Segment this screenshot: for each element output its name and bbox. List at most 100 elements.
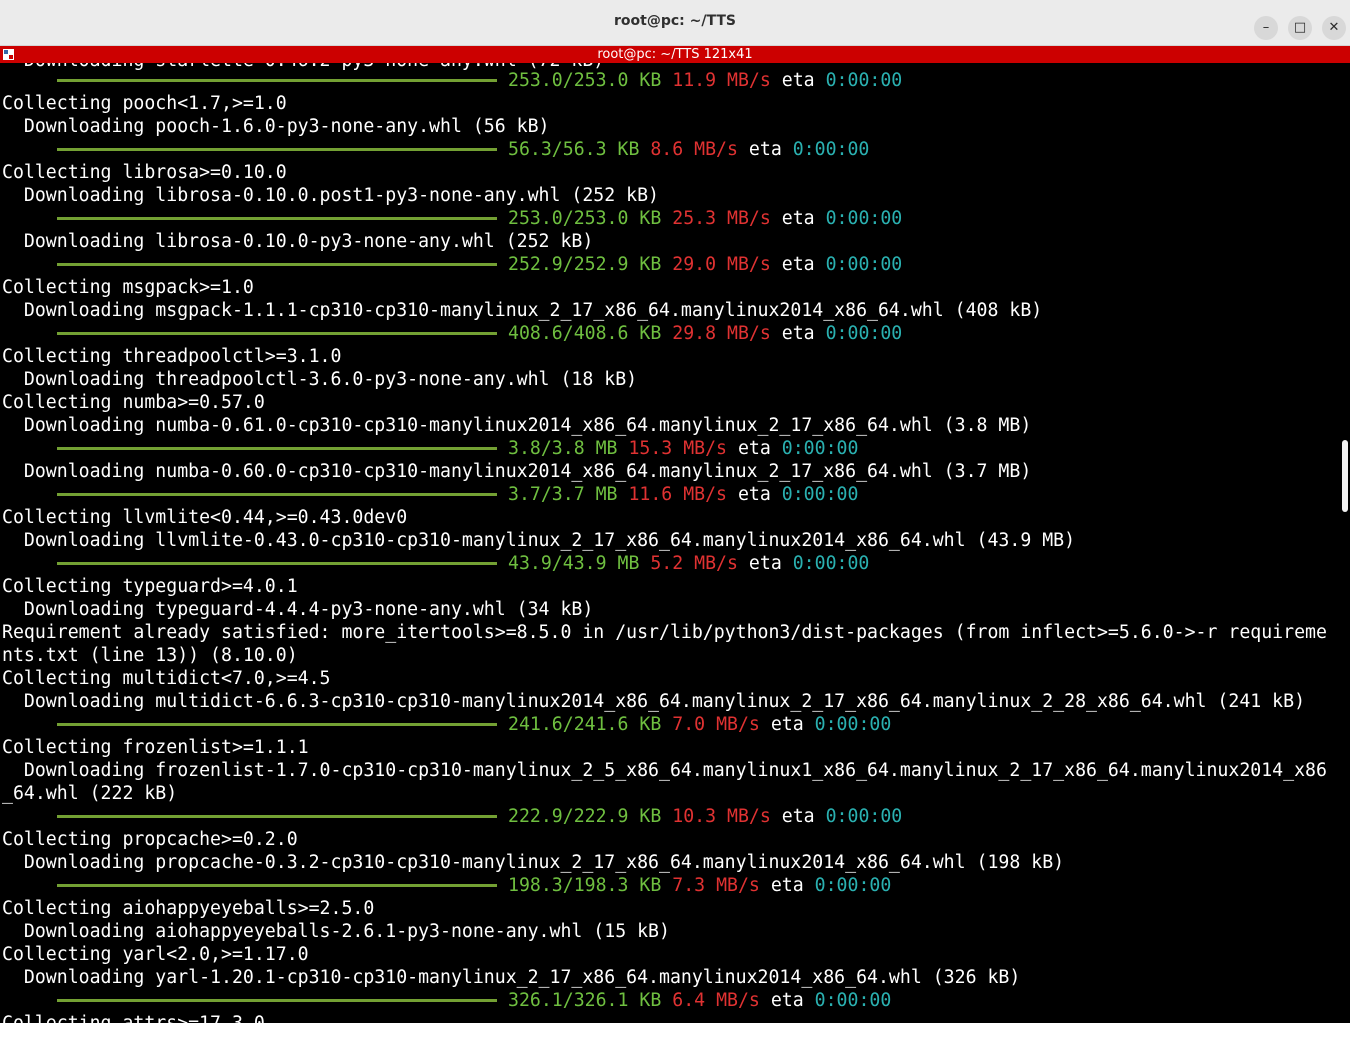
progress-stats: 241.6/241.6 KB 7.0 MB/s eta 0:00:00 <box>508 713 891 736</box>
progress-stats: 222.9/222.9 KB 10.3 MB/s eta 0:00:00 <box>508 805 902 828</box>
terminal-line: Collecting aiohappyeyeballs>=2.5.0 <box>2 898 375 919</box>
progress-size: 326.1/326.1 KB <box>508 990 662 1011</box>
progress-stats: 253.0/253.0 KB 11.9 MB/s eta 0:00:00 <box>508 69 902 92</box>
close-button[interactable]: ✕ <box>1322 16 1346 40</box>
progress-speed: 7.3 MB/s <box>672 875 760 896</box>
progress-size: 198.3/198.3 KB <box>508 875 662 896</box>
eta-label: eta <box>781 70 815 91</box>
eta-label: eta <box>737 438 771 459</box>
progress-eta: 0:00:00 <box>825 70 903 91</box>
progress-speed: 11.9 MB/s <box>672 70 771 91</box>
window-titlebar[interactable]: root@pc: ~/TTS – □ ✕ <box>0 0 1350 46</box>
progress-eta: 0:00:00 <box>814 714 892 735</box>
progress-stats: 252.9/252.9 KB 29.0 MB/s eta 0:00:00 <box>508 253 902 276</box>
terminal-line: Collecting threadpoolctl>=3.1.0 <box>2 346 342 367</box>
terminal-line: Collecting pooch<1.7,>=1.0 <box>2 93 287 114</box>
terminal-line: Downloading numba-0.60.0-cp310-cp310-man… <box>2 461 1032 482</box>
progress-bar <box>57 148 497 151</box>
terminal-line: Downloading yarl-1.20.1-cp310-cp310-many… <box>2 967 1021 988</box>
progress-stats: 3.7/3.7 MB 11.6 MB/s eta 0:00:00 <box>508 483 858 506</box>
terminal-line: Collecting typeguard>=4.0.1 <box>2 576 298 597</box>
eta-label: eta <box>781 806 815 827</box>
progress-size: 253.0/253.0 KB <box>508 208 662 229</box>
progress-size: 253.0/253.0 KB <box>508 70 662 91</box>
progress-eta: 0:00:00 <box>781 438 859 459</box>
maximize-button[interactable]: □ <box>1288 16 1312 40</box>
progress-bar <box>57 562 497 565</box>
progress-eta: 0:00:00 <box>781 484 859 505</box>
progress-bar <box>57 263 497 266</box>
terminal-line: Requirement already satisfied: more_iter… <box>2 622 1327 643</box>
terminal-line: Collecting frozenlist>=1.1.1 <box>2 737 309 758</box>
terminal-line: Collecting msgpack>=1.0 <box>2 277 254 298</box>
terminal-line: Collecting llvmlite<0.44,>=0.43.0dev0 <box>2 507 408 528</box>
progress-speed: 29.0 MB/s <box>672 254 771 275</box>
progress-speed: 11.6 MB/s <box>628 484 728 505</box>
progress-eta: 0:00:00 <box>814 990 892 1011</box>
tmux-status-bar: root@pc: ~/TTS 121x41 <box>0 46 1350 63</box>
progress-eta: 0:00:00 <box>814 875 892 896</box>
progress-stats: 408.6/408.6 KB 29.8 MB/s eta 0:00:00 <box>508 322 902 345</box>
progress-bar <box>57 723 497 726</box>
progress-size: 241.6/241.6 KB <box>508 714 662 735</box>
terminal-line: Downloading threadpoolctl-3.6.0-py3-none… <box>2 369 638 390</box>
progress-stats: 43.9/43.9 MB 5.2 MB/s eta 0:00:00 <box>508 552 869 575</box>
terminal-line: Downloading aiohappyeyeballs-2.6.1-py3-n… <box>2 921 670 942</box>
tmux-title: root@pc: ~/TTS 121x41 <box>597 47 753 62</box>
partial-bottom-line: Collecting attrs>=17.3.0 <box>2 1012 265 1023</box>
terminal-line: Downloading librosa-0.10.0.post1-py3-non… <box>2 185 659 206</box>
terminal-line: Downloading multidict-6.6.3-cp310-cp310-… <box>2 691 1306 712</box>
progress-eta: 0:00:00 <box>825 208 903 229</box>
progress-size: 56.3/56.3 KB <box>508 139 640 160</box>
progress-bar <box>57 884 497 887</box>
eta-label: eta <box>770 714 804 735</box>
terminal-line: Collecting numba>=0.57.0 <box>2 392 265 413</box>
progress-bar <box>57 999 497 1002</box>
eta-label: eta <box>781 254 815 275</box>
progress-stats: 253.0/253.0 KB 25.3 MB/s eta 0:00:00 <box>508 207 902 230</box>
terminal-line: Downloading librosa-0.10.0-py3-none-any.… <box>2 231 594 252</box>
progress-bar <box>57 217 497 220</box>
eta-label: eta <box>770 990 804 1011</box>
progress-size: 222.9/222.9 KB <box>508 806 662 827</box>
terminal-line: _64.whl (222 kB) <box>2 783 178 804</box>
terminal-line: nts.txt (line 13)) (8.10.0) <box>2 645 298 666</box>
progress-speed: 7.0 MB/s <box>672 714 760 735</box>
progress-speed: 25.3 MB/s <box>672 208 771 229</box>
progress-size: 408.6/408.6 KB <box>508 323 662 344</box>
terminal-line: Downloading typeguard-4.4.4-py3-none-any… <box>2 599 594 620</box>
terminal-line: Downloading msgpack-1.1.1-cp310-cp310-ma… <box>2 300 1043 321</box>
terminal-line: Collecting propcache>=0.2.0 <box>2 829 298 850</box>
progress-speed: 15.3 MB/s <box>628 438 728 459</box>
progress-stats: 56.3/56.3 KB 8.6 MB/s eta 0:00:00 <box>508 138 869 161</box>
progress-bar <box>57 447 497 450</box>
progress-bar <box>57 332 497 335</box>
window-title: root@pc: ~/TTS <box>614 13 736 29</box>
progress-size: 3.7/3.7 MB <box>508 484 618 505</box>
progress-size: 43.9/43.9 MB <box>508 553 640 574</box>
progress-size: 3.8/3.8 MB <box>508 438 618 459</box>
terminal-output[interactable]: Downloading starlette-0.46.2-py3-none-an… <box>0 63 1350 1023</box>
terminal-line: Downloading pooch-1.6.0-py3-none-any.whl… <box>2 116 550 137</box>
minimize-button[interactable]: – <box>1254 16 1278 40</box>
progress-speed: 8.6 MB/s <box>650 139 738 160</box>
progress-bar <box>57 493 497 496</box>
progress-eta: 0:00:00 <box>825 254 903 275</box>
terminal-line: Downloading llvmlite-0.43.0-cp310-cp310-… <box>2 530 1076 551</box>
terminal-scrollbar[interactable] <box>1342 440 1348 512</box>
progress-speed: 5.2 MB/s <box>650 553 738 574</box>
window-bottom-edge <box>0 1023 1350 1039</box>
progress-size: 252.9/252.9 KB <box>508 254 662 275</box>
progress-speed: 29.8 MB/s <box>672 323 771 344</box>
progress-speed: 10.3 MB/s <box>672 806 771 827</box>
progress-stats: 198.3/198.3 KB 7.3 MB/s eta 0:00:00 <box>508 874 891 897</box>
progress-speed: 6.4 MB/s <box>672 990 760 1011</box>
progress-bar <box>57 815 497 818</box>
progress-stats: 326.1/326.1 KB 6.4 MB/s eta 0:00:00 <box>508 989 891 1012</box>
eta-label: eta <box>748 139 782 160</box>
terminal-line: Collecting librosa>=0.10.0 <box>2 162 287 183</box>
eta-label: eta <box>770 875 804 896</box>
eta-label: eta <box>748 553 782 574</box>
progress-stats: 3.8/3.8 MB 15.3 MB/s eta 0:00:00 <box>508 437 858 460</box>
terminal-line: Downloading numba-0.61.0-cp310-cp310-man… <box>2 415 1032 436</box>
